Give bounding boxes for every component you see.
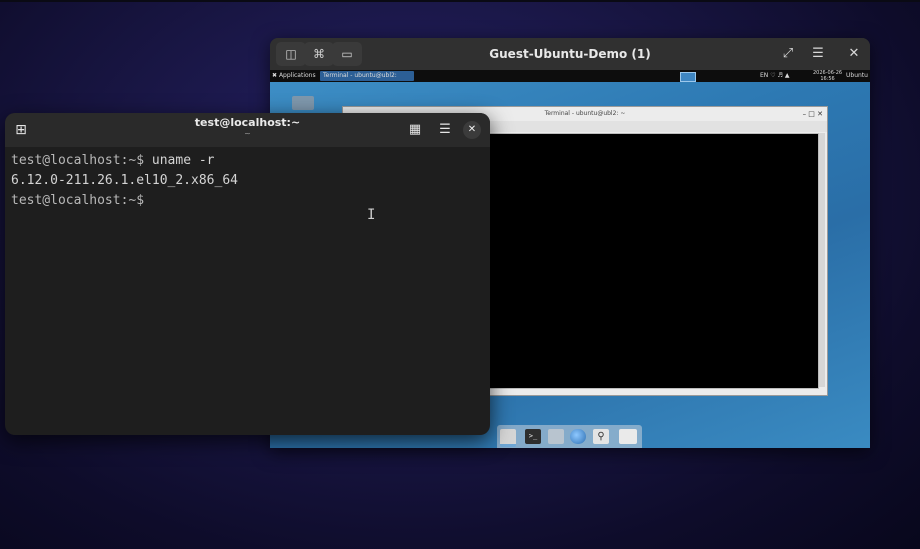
- home-folder-icon[interactable]: [548, 429, 564, 444]
- system-tray: EN ♡ ♬ ▲: [760, 72, 789, 79]
- notification-icon[interactable]: ▲: [785, 72, 790, 79]
- guest-top-panel: ✖ Applications Terminal - ubuntu@ubl2: E…: [270, 70, 870, 82]
- applications-menu[interactable]: ✖ Applications: [272, 72, 316, 79]
- network-icon[interactable]: ♡: [770, 72, 775, 79]
- search-icon[interactable]: ⚲: [593, 429, 609, 444]
- terminal-line: test@localhost:~$: [11, 193, 145, 208]
- top-edge: [0, 0, 920, 2]
- guest-terminal-screen[interactable]: [489, 133, 819, 389]
- menu-icon[interactable]: ☰: [808, 44, 828, 64]
- guest-terminal-scrollbar[interactable]: [819, 133, 825, 387]
- panel-clock[interactable]: 2026-06-26 16:56: [813, 70, 842, 82]
- panel-user[interactable]: Ubuntu: [846, 72, 868, 79]
- taskbar-terminal-button[interactable]: Terminal - ubuntu@ubl2:: [320, 71, 414, 81]
- terminal-header: ⊞ test@localhost:~ ~ ▦ ☰ ✕: [5, 113, 490, 147]
- volume-icon[interactable]: ♬: [778, 72, 783, 79]
- lang-indicator[interactable]: EN: [760, 72, 768, 79]
- terminal-line: 6.12.0-211.26.1.el10_2.x86_64: [11, 173, 238, 188]
- fullscreen-icon[interactable]: ⤢: [778, 44, 798, 64]
- terminal-line: test@localhost:~$ uname -r: [11, 153, 215, 168]
- close-icon[interactable]: ✕: [463, 121, 481, 139]
- text-cursor-icon: I: [367, 207, 376, 223]
- terminal-output[interactable]: test@localhost:~$ uname -r 6.12.0-211.26…: [11, 151, 481, 211]
- host-terminal-window[interactable]: ⊞ test@localhost:~ ~ ▦ ☰ ✕ test@localhos…: [5, 113, 490, 435]
- guest-dock: >_ ⚲: [497, 425, 642, 448]
- tab-overview-icon[interactable]: ▦: [405, 121, 425, 139]
- viewer-header: ◫ ⌘ ▭ Guest-Ubuntu-Demo (1) ⤢ ☰ ✕: [270, 38, 870, 70]
- files-icon[interactable]: [619, 429, 637, 444]
- guest-terminal-controls[interactable]: – □ ✕: [803, 107, 823, 121]
- desktop-drive-icon[interactable]: [292, 96, 314, 110]
- browser-icon[interactable]: [570, 429, 586, 444]
- menu-icon[interactable]: ☰: [435, 121, 455, 139]
- close-icon[interactable]: ✕: [844, 44, 864, 64]
- workspace-switcher[interactable]: [680, 72, 696, 82]
- terminal-icon[interactable]: >_: [525, 429, 541, 444]
- show-desktop-icon[interactable]: [500, 429, 516, 447]
